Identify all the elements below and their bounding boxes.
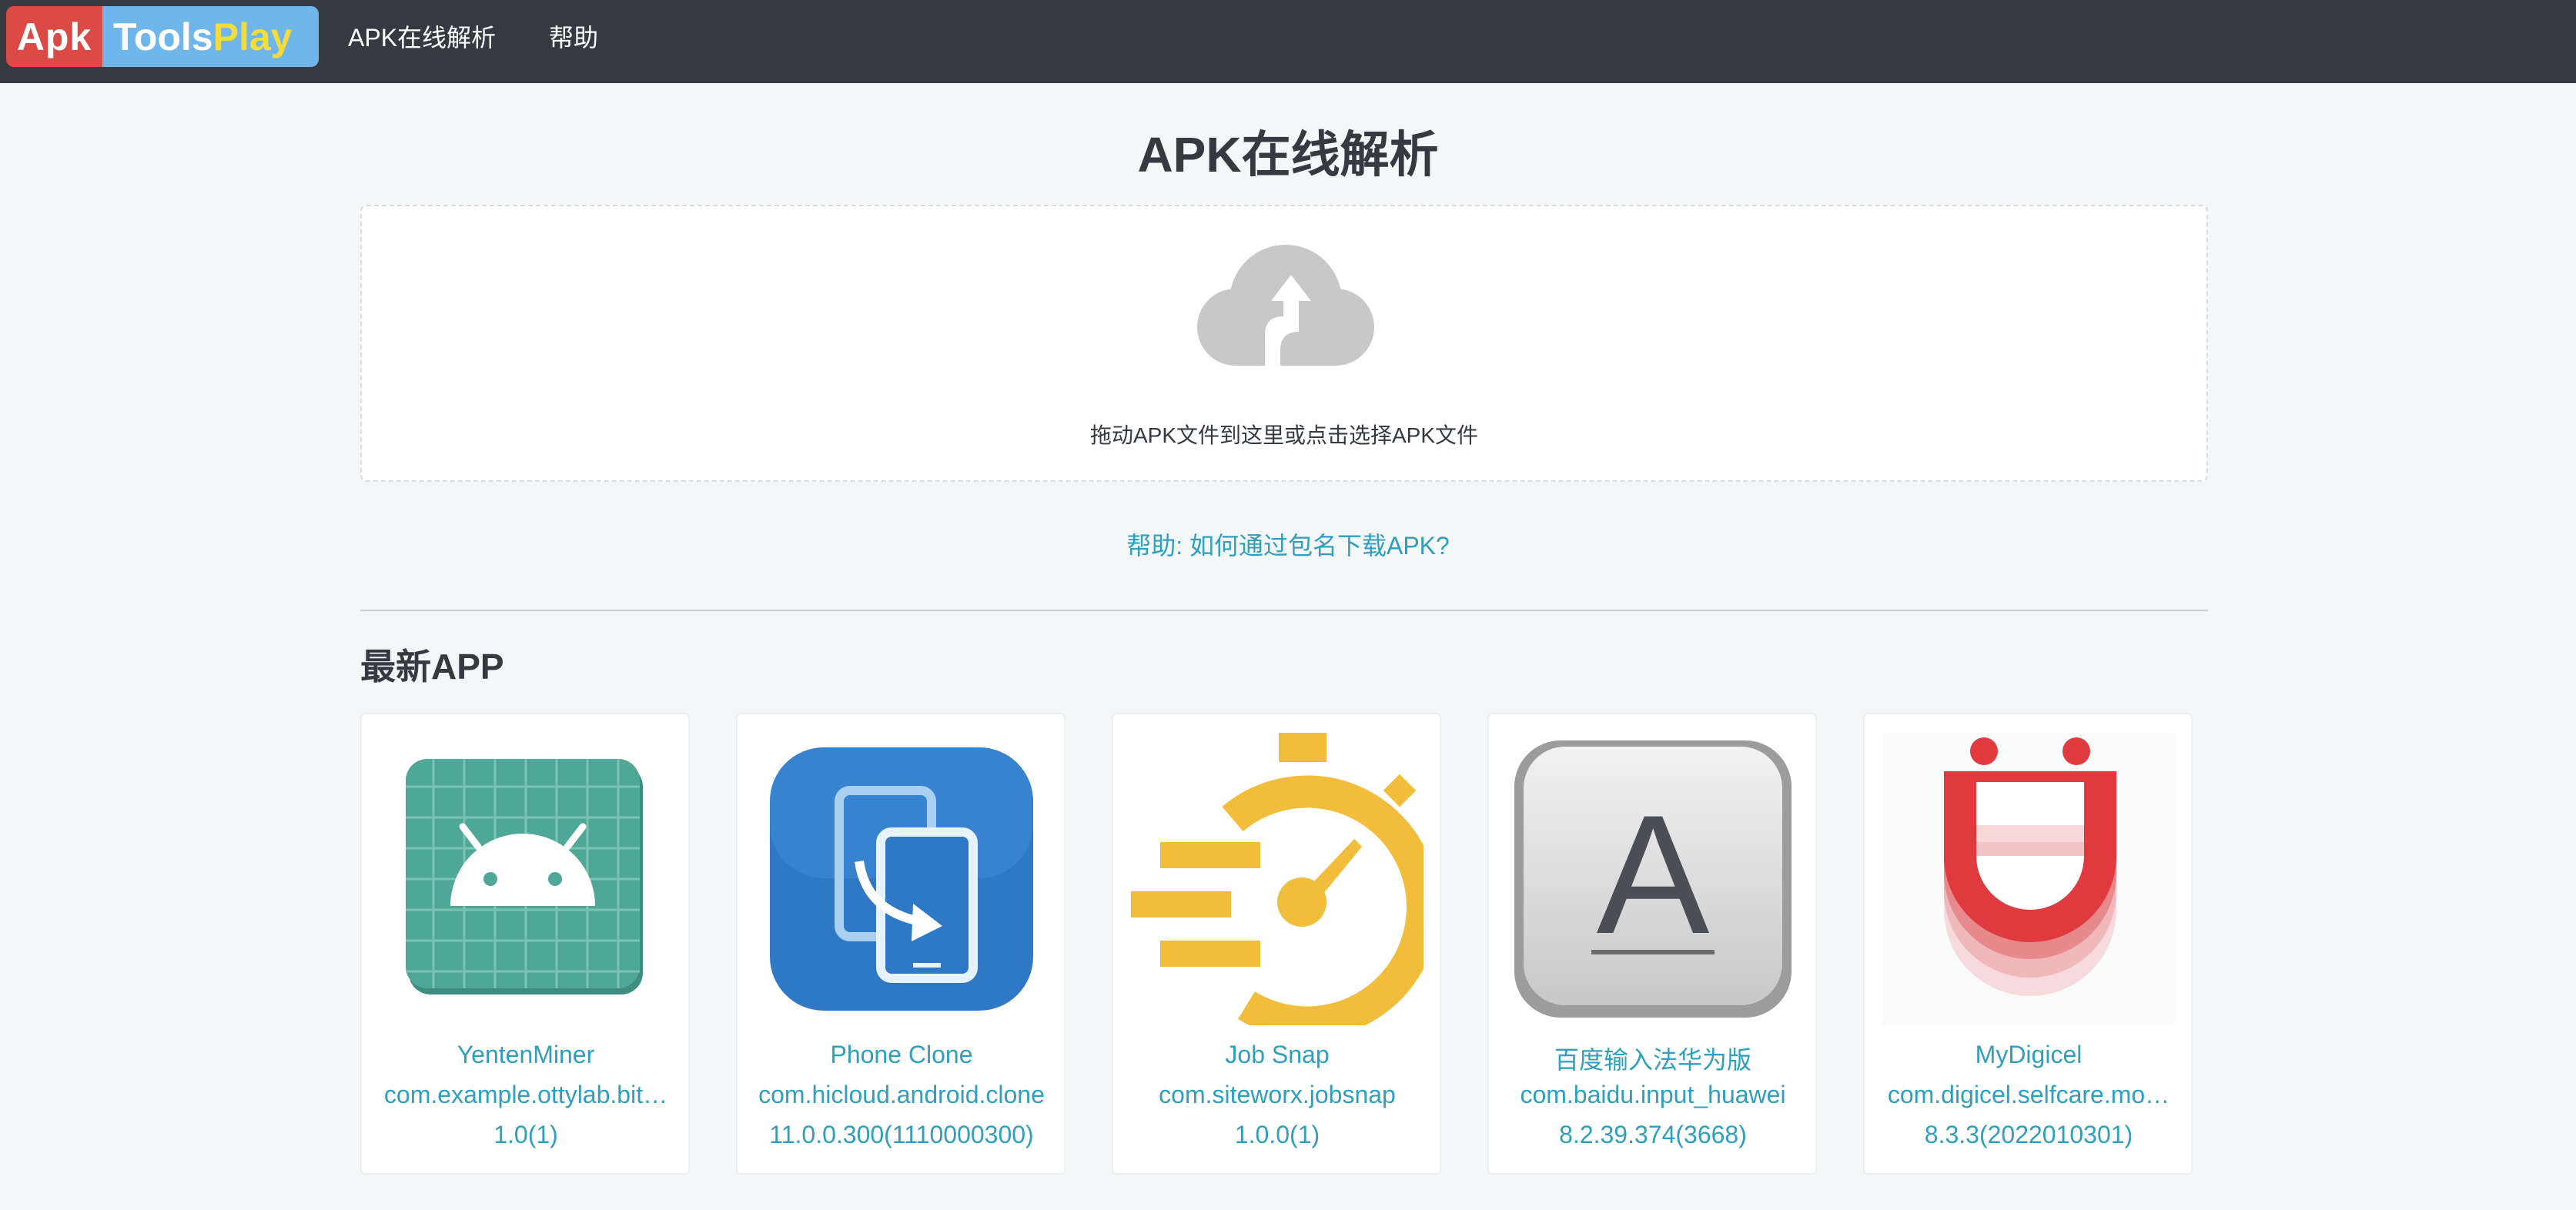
digicel-smile-icon [1880, 728, 2177, 1030]
dropzone-instruction: 拖动APK文件到这里或点击选择APK文件 [1089, 423, 1479, 447]
android-icon [377, 728, 674, 1030]
letter-a-key-icon: A [1504, 728, 1802, 1030]
help-download-link[interactable]: 帮助: 如何通过包名下载APK? [0, 526, 2576, 562]
logo-apk-text: Apk [6, 6, 102, 67]
app-card[interactable]: YentenMiner com.example.ottylab.bit… 1.0… [360, 713, 690, 1175]
app-version: 8.2.39.374(3668) [1559, 1121, 1747, 1148]
app-version: 11.0.0.300(1110000300) [769, 1121, 1034, 1148]
cloud-upload-icon [1197, 245, 1374, 372]
app-version: 8.3.3(2022010301) [1924, 1121, 2133, 1148]
phone-clone-icon [753, 728, 1050, 1030]
app-package: com.example.ottylab.bit… [383, 1081, 668, 1108]
stopwatch-icon [1129, 728, 1426, 1030]
app-package: com.baidu.input_huawei [1520, 1081, 1786, 1108]
app-name: Job Snap [1225, 1041, 1330, 1068]
logo-tools-text: Tools [113, 15, 213, 58]
app-version: 1.0.0(1) [1234, 1121, 1320, 1148]
section-divider [360, 610, 2208, 611]
app-card[interactable]: A 百度输入法华为版 com.baidu.input_huawei 8.2.39… [1487, 713, 1817, 1175]
app-card[interactable]: MyDigicel com.digicel.selfcare.mo… 8.3.3… [1863, 713, 2193, 1175]
app-name: YentenMiner [457, 1041, 595, 1068]
top-navbar: Apk Tools Play APK在线解析 帮助 [0, 0, 2576, 83]
latest-apps-heading: 最新APP [360, 647, 504, 687]
site-logo[interactable]: Apk Tools Play [6, 6, 319, 67]
app-name: MyDigicel [1975, 1041, 2083, 1068]
logo-toolsplay: Tools Play [102, 6, 319, 67]
nav-link-help[interactable]: 帮助 [549, 0, 598, 72]
app-version: 1.0(1) [493, 1121, 558, 1148]
app-name: Phone Clone [830, 1041, 973, 1068]
app-name: 百度输入法华为版 [1554, 1046, 1751, 1074]
app-package: com.hicloud.android.clone [758, 1081, 1045, 1108]
page-title: APK在线解析 [1137, 127, 1439, 182]
nav-link-apk-analysis[interactable]: APK在线解析 [348, 0, 496, 72]
logo-play-text: Play [212, 15, 293, 58]
svg-text:A: A [1597, 780, 1710, 969]
apk-upload-dropzone[interactable]: 拖动APK文件到这里或点击选择APK文件 [360, 205, 2208, 482]
app-package: com.siteworx.jobsnap [1159, 1081, 1396, 1108]
app-card[interactable]: Phone Clone com.hicloud.android.clone 11… [736, 713, 1066, 1175]
app-card[interactable]: Job Snap com.siteworx.jobsnap 1.0.0(1) [1112, 713, 1441, 1175]
app-package: com.digicel.selfcare.mo… [1887, 1081, 2170, 1108]
